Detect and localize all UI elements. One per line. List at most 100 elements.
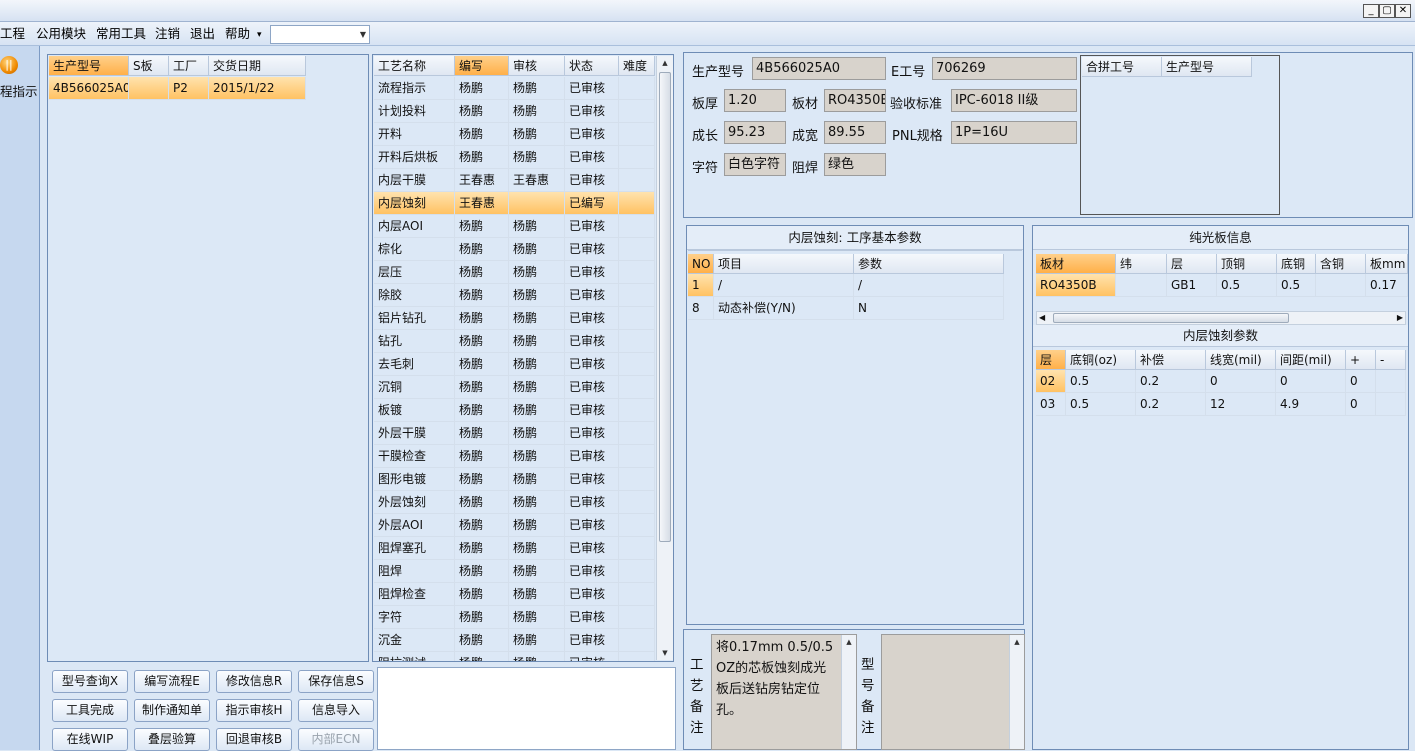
- close-button[interactable]: ✕: [1395, 4, 1411, 18]
- column-header-board-mm[interactable]: 板mm: [1366, 254, 1408, 274]
- cell-difficulty[interactable]: [619, 468, 655, 491]
- table-cell[interactable]: 0.2: [1136, 370, 1206, 393]
- cell-reviewer[interactable]: 杨鹏: [509, 445, 565, 468]
- cell-reviewer[interactable]: 杨鹏: [509, 100, 565, 123]
- cell-status[interactable]: 已审核: [565, 330, 619, 353]
- table-cell[interactable]: GB1: [1167, 274, 1217, 297]
- table-cell[interactable]: [1316, 274, 1366, 297]
- character-field[interactable]: 白色字符: [724, 153, 786, 176]
- cell-status[interactable]: 已审核: [565, 468, 619, 491]
- cell-writer[interactable]: 杨鹏: [455, 307, 509, 330]
- remark-scrollbar[interactable]: ▲: [1009, 635, 1024, 749]
- cell-difficulty[interactable]: [619, 560, 655, 583]
- modify-info-button[interactable]: 修改信息R: [216, 670, 292, 693]
- cell-reviewer[interactable]: 杨鹏: [509, 353, 565, 376]
- cell-difficulty[interactable]: [619, 606, 655, 629]
- scroll-down-arrow[interactable]: ▼: [657, 646, 673, 660]
- model-query-button[interactable]: 型号查询X: [52, 670, 128, 693]
- cell-writer[interactable]: 杨鹏: [455, 261, 509, 284]
- cell-writer[interactable]: 杨鹏: [455, 514, 509, 537]
- cell-item[interactable]: 动态补偿(Y/N): [714, 297, 854, 320]
- cell-reviewer[interactable]: 杨鹏: [509, 238, 565, 261]
- cell-reviewer[interactable]: 杨鹏: [509, 330, 565, 353]
- table-cell[interactable]: 0.5: [1217, 274, 1277, 297]
- column-header-weft[interactable]: 纬: [1116, 254, 1167, 274]
- cell-process-name[interactable]: 阻焊塞孔: [374, 537, 455, 560]
- column-header-base-copper[interactable]: 底铜(oz): [1066, 350, 1136, 370]
- restore-button[interactable]: ▢: [1379, 4, 1395, 18]
- process-scrollbar[interactable]: ▲ ▼: [656, 56, 673, 660]
- cell-writer[interactable]: 杨鹏: [455, 238, 509, 261]
- column-header-process-name[interactable]: 工艺名称: [374, 56, 455, 76]
- cell-difficulty[interactable]: [619, 307, 655, 330]
- column-header-writer[interactable]: 编写: [455, 56, 509, 76]
- cell-writer[interactable]: 杨鹏: [455, 284, 509, 307]
- tool-complete-button[interactable]: 工具完成: [52, 699, 128, 722]
- left-strip-label[interactable]: 程指示: [0, 81, 38, 100]
- cell-reviewer[interactable]: 杨鹏: [509, 399, 565, 422]
- cell-status[interactable]: 已审核: [565, 123, 619, 146]
- cell-writer[interactable]: 杨鹏: [455, 353, 509, 376]
- column-header-no[interactable]: NO: [688, 254, 714, 274]
- cell-writer[interactable]: 杨鹏: [455, 77, 509, 100]
- cell-reviewer[interactable]: 杨鹏: [509, 215, 565, 238]
- table-cell[interactable]: 03: [1036, 393, 1066, 416]
- instruction-review-button[interactable]: 指示审核H: [216, 699, 292, 722]
- cell-writer[interactable]: 杨鹏: [455, 399, 509, 422]
- column-header-spacing[interactable]: 间距(mil): [1276, 350, 1346, 370]
- cell-process-name[interactable]: 铝片钻孔: [374, 307, 455, 330]
- cell-writer[interactable]: 杨鹏: [455, 652, 509, 661]
- column-header-merge-number[interactable]: 合拼工号: [1082, 57, 1162, 77]
- cell-status[interactable]: 已审核: [565, 445, 619, 468]
- cell-writer[interactable]: 杨鹏: [455, 468, 509, 491]
- cell-difficulty[interactable]: [619, 215, 655, 238]
- cell-reviewer[interactable]: 杨鹏: [509, 376, 565, 399]
- cell-process-name[interactable]: 干膜检查: [374, 445, 455, 468]
- column-header-minus[interactable]: -: [1376, 350, 1406, 370]
- pnl-field[interactable]: 1P=16U: [951, 121, 1077, 144]
- cell-status[interactable]: 已审核: [565, 353, 619, 376]
- column-header-model[interactable]: 生产型号: [49, 56, 129, 76]
- remark-scrollbar[interactable]: ▲: [841, 635, 856, 749]
- cell-difficulty[interactable]: [619, 284, 655, 307]
- scroll-up-arrow[interactable]: ▲: [1010, 635, 1024, 649]
- cell-item[interactable]: /: [714, 274, 854, 297]
- length-field[interactable]: 95.23: [724, 121, 786, 144]
- cell-param[interactable]: /: [854, 274, 1004, 297]
- cell-status[interactable]: 已审核: [565, 422, 619, 445]
- table-cell[interactable]: 0: [1206, 370, 1276, 393]
- cell-status[interactable]: 已审核: [565, 169, 619, 192]
- model-remark-box[interactable]: ▲: [881, 634, 1025, 750]
- cell-status[interactable]: 已审核: [565, 100, 619, 123]
- cell-difficulty[interactable]: [619, 629, 655, 652]
- cell-reviewer[interactable]: 杨鹏: [509, 146, 565, 169]
- chevron-down-icon[interactable]: ▾: [257, 26, 262, 44]
- cell-s-board[interactable]: [129, 77, 169, 100]
- menu-common-module[interactable]: 公用模块: [36, 25, 86, 43]
- cell-writer[interactable]: 杨鹏: [455, 123, 509, 146]
- cell-process-name[interactable]: 计划投料: [374, 100, 455, 123]
- cell-writer[interactable]: 杨鹏: [455, 215, 509, 238]
- cell-writer[interactable]: 杨鹏: [455, 146, 509, 169]
- cell-process-name[interactable]: 阻抗测试: [374, 652, 455, 661]
- column-header-compensation[interactable]: 补偿: [1136, 350, 1206, 370]
- menu-help[interactable]: 帮助: [225, 25, 250, 43]
- column-header-top-copper[interactable]: 顶铜: [1217, 254, 1277, 274]
- column-header-layer[interactable]: 层: [1167, 254, 1217, 274]
- cell-difficulty[interactable]: [619, 376, 655, 399]
- cell-status[interactable]: 已审核: [565, 606, 619, 629]
- cell-process-name[interactable]: 阻焊检查: [374, 583, 455, 606]
- column-header-param[interactable]: 参数: [854, 254, 1004, 274]
- cell-no[interactable]: 8: [688, 297, 714, 320]
- table-cell[interactable]: [1116, 274, 1167, 297]
- table-cell[interactable]: 4.9: [1276, 393, 1346, 416]
- cell-status[interactable]: 已审核: [565, 537, 619, 560]
- cell-difficulty[interactable]: [619, 330, 655, 353]
- table-cell[interactable]: 0: [1346, 370, 1376, 393]
- scroll-left-arrow[interactable]: ◀: [1039, 312, 1045, 324]
- internal-ecn-button[interactable]: 内部ECN: [298, 728, 374, 751]
- cell-process-name[interactable]: 字符: [374, 606, 455, 629]
- cell-status[interactable]: 已审核: [565, 284, 619, 307]
- cell-reviewer[interactable]: [509, 192, 565, 215]
- cell-difficulty[interactable]: [619, 238, 655, 261]
